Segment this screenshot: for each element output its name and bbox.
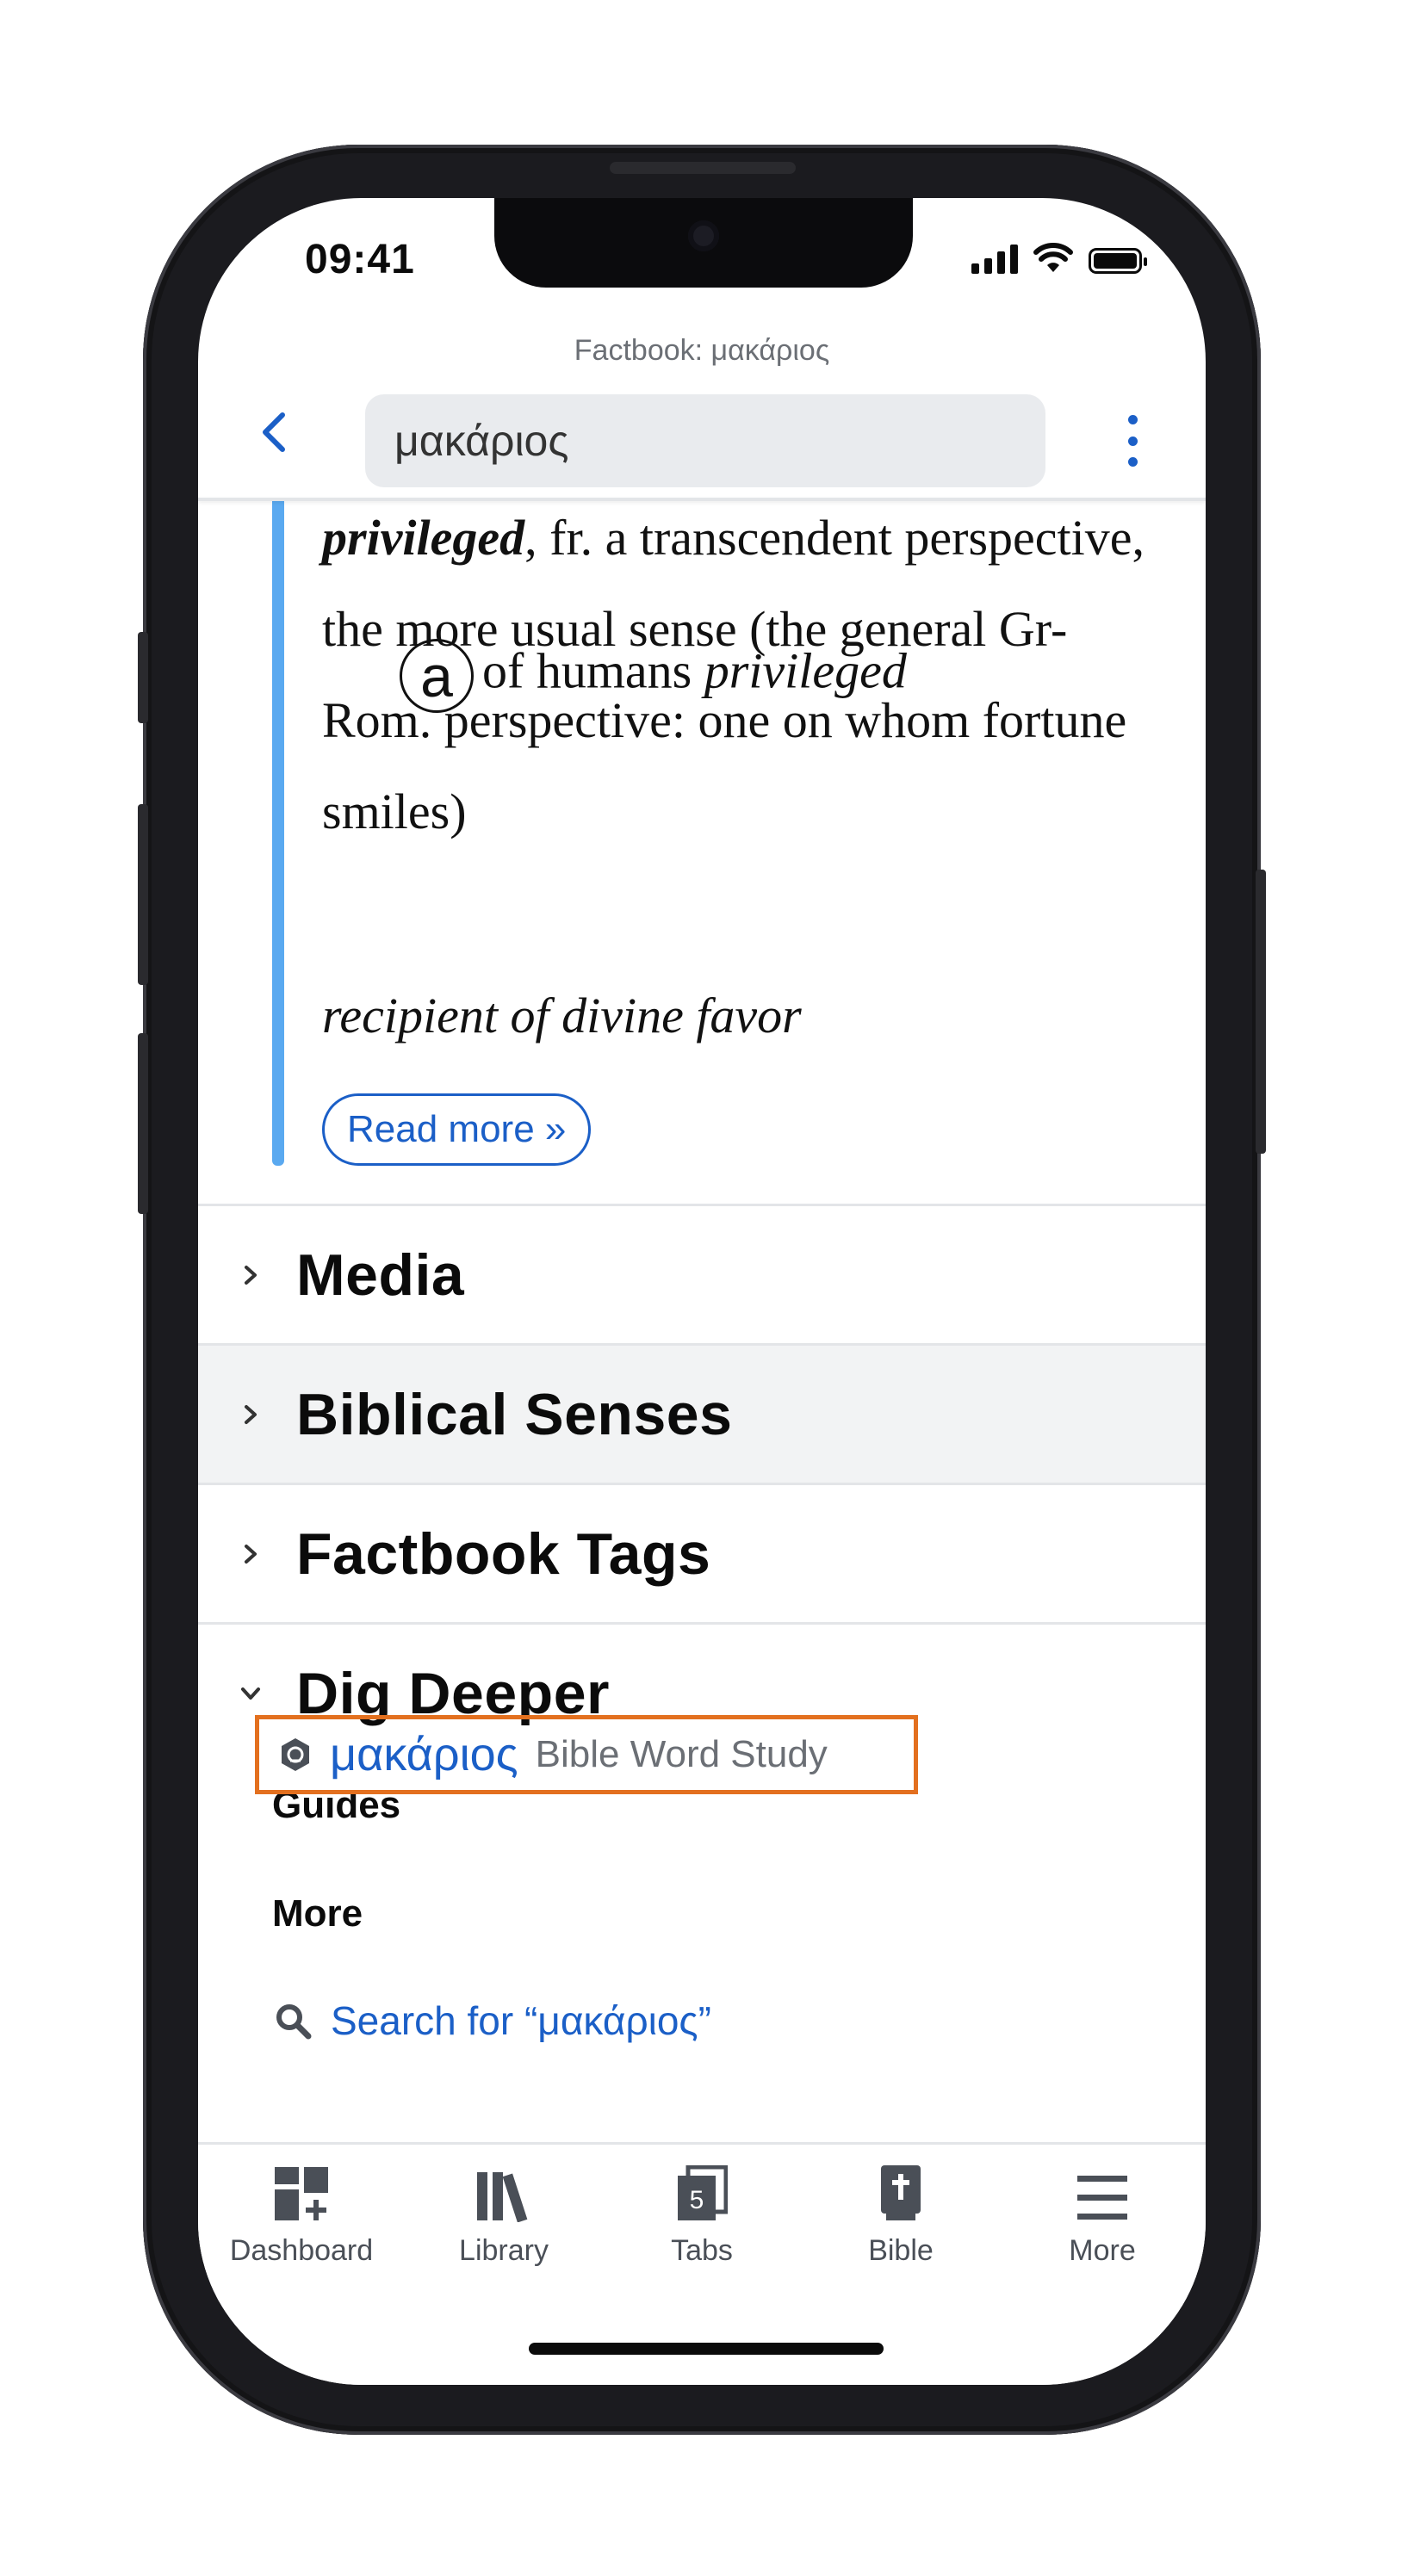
search-for-link[interactable]: Search for “μακάριος” [274, 1997, 711, 2044]
dashboard-icon [275, 2167, 328, 2220]
back-chevron-icon[interactable] [250, 406, 301, 458]
more-heading: More [272, 1892, 363, 1935]
volume-up-button [138, 804, 148, 985]
status-icons [971, 243, 1147, 274]
more-options-icon[interactable] [1120, 415, 1145, 467]
guide-link-bible-word-study[interactable]: μακάριος Bible Word Study [255, 1715, 918, 1794]
chevron-down-icon [241, 1687, 260, 1700]
word-study-icon [282, 1738, 309, 1771]
sense-marker: a [400, 639, 474, 713]
power-button [1256, 870, 1266, 1154]
definition-bold-term: privileged [322, 510, 525, 566]
library-icon [477, 2172, 528, 2222]
guide-word: μακάριος [330, 1729, 518, 1780]
earpiece-speaker [610, 162, 796, 174]
cellular-signal-icon [971, 245, 1018, 274]
search-for-label: Search for “μακάριος” [331, 1998, 711, 2043]
tab-library[interactable]: Library [418, 2162, 590, 2268]
read-more-button[interactable]: Read more » [322, 1093, 592, 1166]
bible-icon [881, 2165, 921, 2220]
page-subtitle: Factbook: μακάριος [574, 334, 830, 367]
wifi-icon [1033, 243, 1073, 272]
tab-more[interactable]: More [1016, 2162, 1188, 2268]
section-title: Biblical Senses [296, 1381, 733, 1447]
section-biblical-senses[interactable]: Biblical Senses [198, 1343, 1206, 1483]
tabs-count-badge: 5 [690, 2186, 704, 2214]
tab-dashboard[interactable]: Dashboard [215, 2162, 388, 2268]
sense-item-line-1: a of humans privileged [322, 639, 1149, 713]
home-indicator[interactable] [529, 2343, 884, 2355]
sense-text-plain: of humans [482, 642, 704, 699]
section-title: Factbook Tags [296, 1520, 711, 1587]
tab-label: Bible [868, 2234, 934, 2267]
search-input[interactable]: μακάριος [365, 394, 1045, 487]
chevron-right-icon [245, 1544, 257, 1564]
tab-tabs[interactable]: 5 Tabs [616, 2162, 788, 2268]
tabs-icon: 5 [678, 2165, 728, 2220]
section-title: Media [296, 1242, 465, 1308]
chevron-right-icon [245, 1404, 257, 1424]
section-media[interactable]: Media [198, 1204, 1206, 1343]
tab-bible[interactable]: Bible [815, 2162, 987, 2268]
mute-switch [138, 632, 148, 723]
quote-bar [272, 501, 284, 1166]
notch [494, 198, 913, 288]
chevron-right-icon [245, 1265, 257, 1285]
search-input-value: μακάριος [394, 417, 569, 465]
tab-label: Dashboard [229, 2234, 374, 2267]
tab-label: Tabs [671, 2234, 733, 2267]
screen: 09:41 Factbook: μακάριος μακάριος privil… [198, 198, 1206, 2385]
guide-type: Bible Word Study [535, 1733, 828, 1775]
header-divider [198, 498, 1206, 501]
sense-item-line-2: recipient of divine favor [322, 988, 802, 1043]
search-icon [276, 2004, 312, 2040]
battery-icon [1089, 248, 1147, 274]
tab-label: Library [459, 2234, 549, 2267]
tab-label: More [1069, 2234, 1136, 2267]
volume-down-button [138, 1033, 148, 1214]
status-time: 09:41 [305, 237, 415, 282]
sense-text-italic: privileged [704, 642, 907, 699]
menu-icon [1077, 2176, 1127, 2220]
section-factbook-tags[interactable]: Factbook Tags [198, 1483, 1206, 1622]
